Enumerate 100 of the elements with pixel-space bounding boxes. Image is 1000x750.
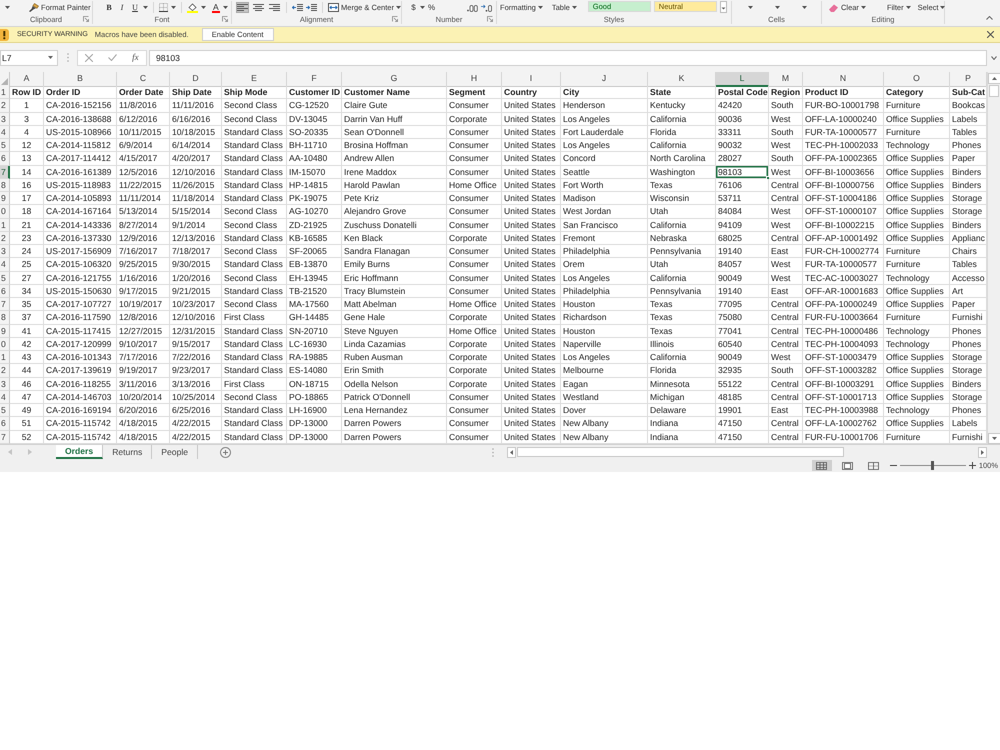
row-header[interactable]: 2 (0, 232, 10, 245)
column-header[interactable]: N (803, 72, 884, 87)
scrollbar-thumb[interactable] (517, 447, 844, 457)
caret-icon[interactable] (48, 56, 53, 59)
decrease-decimal-icon[interactable] (481, 4, 492, 12)
caret-icon[interactable] (748, 6, 753, 9)
column-header[interactable]: D (170, 72, 222, 87)
number-format-button[interactable]: % (428, 4, 435, 12)
borders-icon[interactable] (159, 3, 168, 12)
font-color-button[interactable]: A (212, 2, 220, 12)
caret-icon[interactable] (991, 56, 997, 60)
increase-indent-icon[interactable] (306, 4, 318, 11)
column-header[interactable]: O (884, 72, 950, 87)
caret-icon[interactable] (201, 6, 206, 9)
dialog-launcher-icon[interactable] (222, 16, 228, 22)
add-sheet-icon[interactable] (220, 446, 232, 458)
row-header[interactable]: 9 (0, 192, 10, 206)
caret-icon[interactable] (420, 6, 425, 9)
scrollbar-thumb[interactable] (989, 85, 999, 97)
close-icon[interactable] (987, 31, 994, 38)
row-header[interactable]: 6 (0, 284, 10, 298)
column-header[interactable]: P (950, 72, 987, 87)
sheet-tab[interactable]: Orders (56, 445, 104, 459)
column-header[interactable]: M (769, 72, 803, 87)
caret-icon[interactable] (143, 6, 148, 9)
page-break-icon (868, 462, 880, 470)
font-style-button[interactable]: I (117, 2, 127, 13)
row-header[interactable]: 4 (0, 258, 10, 272)
insert-function-button[interactable]: fx (132, 53, 139, 62)
horizontal-scrollbar[interactable] (507, 446, 987, 458)
row-header[interactable]: 7 (0, 166, 10, 179)
caret-icon[interactable] (222, 6, 228, 9)
formula-field[interactable]: 98103 (149, 50, 987, 66)
column-header[interactable]: L (716, 72, 769, 87)
row-header[interactable]: 7 (0, 430, 10, 444)
row-header[interactable]: 1 (0, 86, 10, 100)
align-button[interactable] (268, 2, 282, 13)
row-header[interactable]: 5 (0, 139, 10, 152)
dialog-launcher-icon[interactable] (487, 16, 493, 22)
align-button[interactable] (236, 2, 250, 13)
scroll-down-icon[interactable] (988, 433, 1000, 444)
column-header[interactable]: I (502, 72, 561, 87)
row-header[interactable]: 2 (0, 99, 10, 112)
row-header[interactable]: 1 (0, 351, 10, 364)
table-cell: United States (502, 192, 561, 206)
row-header[interactable]: 0 (0, 338, 10, 351)
column-header[interactable]: J (561, 72, 648, 87)
fill-handle[interactable] (766, 176, 770, 180)
zoom-out-icon[interactable] (890, 464, 897, 467)
scroll-left-icon[interactable] (507, 446, 516, 458)
caret-icon[interactable] (5, 6, 10, 9)
caret-icon[interactable] (775, 6, 780, 9)
increase-decimal-icon[interactable] (467, 4, 478, 12)
gallery-more-icon[interactable] (720, 1, 727, 13)
row-header[interactable]: 0 (0, 205, 10, 218)
table-cell: Furniture (884, 126, 950, 139)
table-cell: Pennsylvania (648, 245, 716, 258)
scroll-right-icon[interactable] (978, 446, 987, 458)
column-header[interactable]: G (342, 72, 447, 87)
check-icon[interactable] (108, 54, 118, 61)
font-style-button[interactable]: B (104, 2, 114, 13)
row-header[interactable]: 8 (0, 311, 10, 324)
row-header[interactable]: 3 (0, 112, 10, 126)
row-header[interactable]: 6 (0, 152, 10, 166)
align-button[interactable] (252, 2, 266, 13)
row-header[interactable]: 6 (0, 417, 10, 430)
vertical-scrollbar[interactable] (987, 72, 1000, 444)
scroll-up-icon[interactable] (988, 73, 1000, 84)
table-cell: SO-20335 (287, 126, 342, 139)
slider-thumb[interactable] (931, 461, 934, 470)
column-header[interactable]: C (117, 72, 170, 87)
row-header[interactable]: 1 (0, 218, 10, 232)
caret-icon[interactable] (802, 6, 807, 9)
row-header[interactable]: 8 (0, 178, 10, 192)
collapse-ribbon-icon[interactable] (986, 16, 993, 20)
caret-icon[interactable] (171, 6, 176, 9)
row-header[interactable]: 3 (0, 245, 10, 258)
column-header[interactable]: H (447, 72, 502, 87)
fill-bucket-icon[interactable] (187, 2, 198, 12)
number-format-button[interactable]: $ (410, 4, 417, 12)
column-header[interactable]: E (222, 72, 287, 87)
column-header[interactable]: B (44, 72, 117, 87)
row-header[interactable]: 4 (0, 390, 10, 404)
row-header[interactable]: 5 (0, 404, 10, 418)
dialog-launcher-icon[interactable] (392, 16, 398, 22)
view-button[interactable] (812, 460, 832, 471)
name-box[interactable]: L7 (0, 50, 58, 66)
row-header[interactable]: 7 (0, 298, 10, 312)
zoom-in-icon[interactable] (968, 462, 976, 469)
column-header[interactable]: A (10, 72, 44, 87)
row-header[interactable]: 3 (0, 378, 10, 391)
dialog-launcher-icon[interactable] (83, 16, 89, 22)
row-header[interactable]: 2 (0, 364, 10, 378)
row-header[interactable]: 4 (0, 126, 10, 139)
row-header[interactable]: 5 (0, 272, 10, 285)
column-header[interactable]: K (648, 72, 716, 87)
font-style-button[interactable]: U (130, 2, 140, 13)
decrease-indent-icon[interactable] (292, 4, 304, 11)
column-header[interactable]: F (287, 72, 342, 87)
row-header[interactable]: 9 (0, 324, 10, 338)
